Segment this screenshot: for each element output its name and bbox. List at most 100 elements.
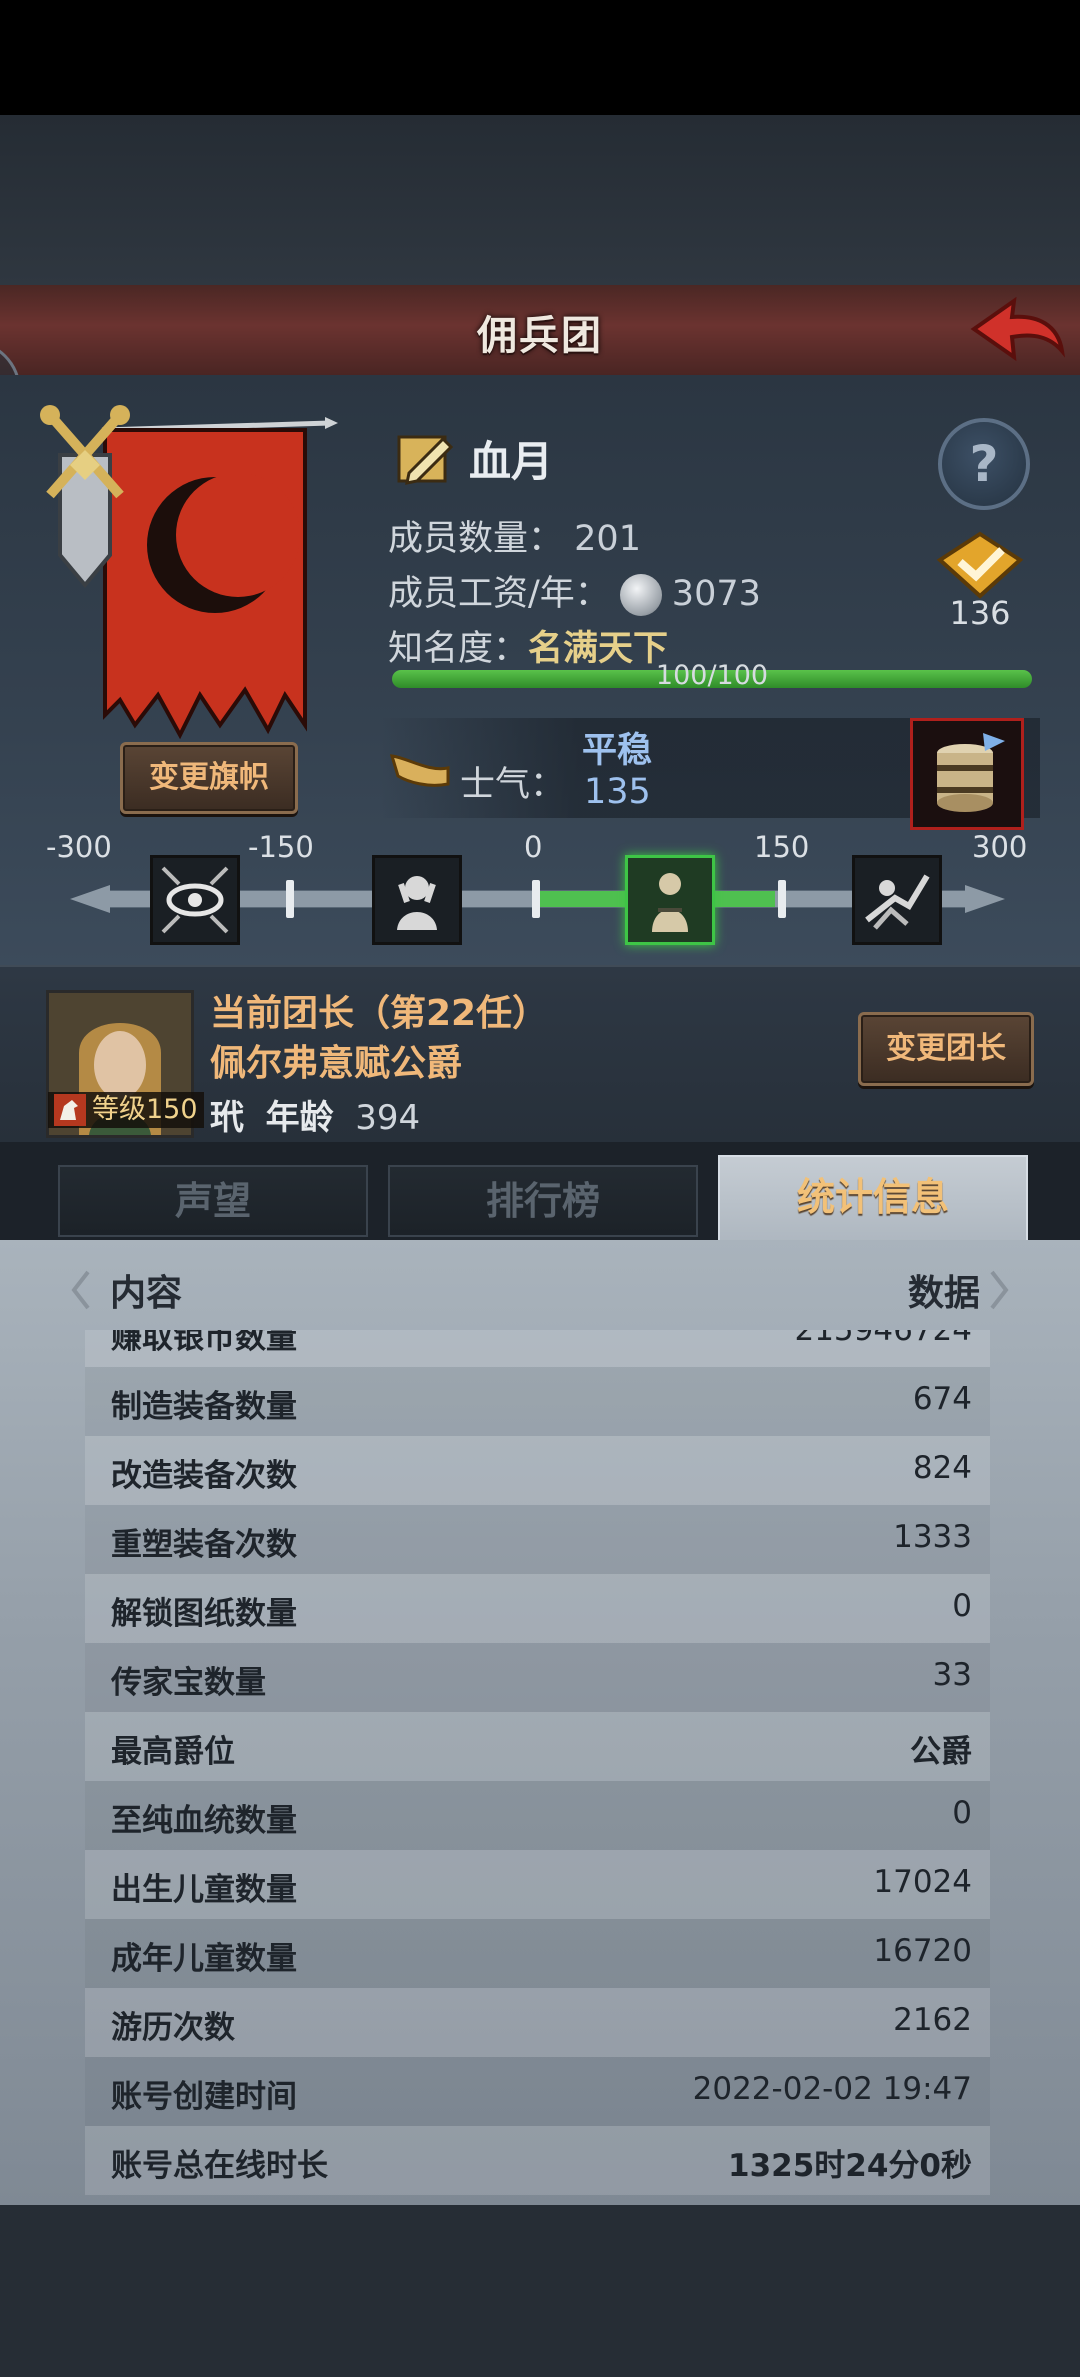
banner-flag-icon (40, 405, 338, 740)
horn-icon (389, 754, 450, 787)
table-row: 账号总在线时长 1325时24分0秒 (85, 2126, 990, 2195)
title-bar: 佣兵团 (0, 285, 1080, 378)
achievement-badge-icon[interactable] (934, 530, 1026, 600)
stat-name: 账号总在线时长 (111, 2148, 328, 2184)
question-mark-icon: ? (969, 435, 999, 493)
table-row: 账号创建时间 2022-02-02 19:47 (85, 2057, 990, 2126)
stat-value: 17024 (873, 1864, 972, 1900)
stat-name: 出生儿童数量 (111, 1872, 297, 1908)
stat-name: 账号创建时间 (111, 2079, 297, 2115)
tick-mark (532, 880, 540, 918)
stat-name: 成年儿童数量 (111, 1941, 297, 1977)
chevron-left-icon (71, 1270, 90, 1310)
stat-name: 解锁图纸数量 (111, 1596, 297, 1632)
stat-value: 824 (912, 1450, 972, 1486)
col-data-header: 数据 (907, 1273, 980, 1314)
members-line: 成员数量： 201 (388, 510, 641, 561)
stat-name: 游历次数 (111, 2010, 235, 2046)
help-button[interactable]: ? (938, 418, 1030, 510)
level-label: 等级 (92, 1094, 146, 1125)
band-name-row: 血月 (395, 428, 553, 488)
tick-label: 0 (524, 830, 543, 864)
stat-value: 674 (912, 1381, 972, 1417)
stat-value: 16720 (873, 1933, 972, 1969)
members-value: 201 (574, 519, 641, 559)
leader-level-tag: 等级150 (48, 1092, 204, 1128)
table-row: 解锁图纸数量 0 (85, 1574, 990, 1643)
tick-label: 300 (972, 830, 1028, 864)
table-row: 出生儿童数量 17024 (85, 1850, 990, 1919)
stat-name: 至纯血统数量 (111, 1803, 297, 1839)
stat-value: 0 (952, 1588, 972, 1624)
table-row: 赚取银币数量 215946724 (85, 1330, 990, 1367)
stat-name: 赚取银币数量 (111, 1330, 297, 1356)
stat-name: 传家宝数量 (111, 1665, 266, 1701)
stat-value: 2162 (893, 2002, 972, 2038)
members-label: 成员数量： (388, 519, 564, 559)
table-row: 游历次数 2162 (85, 1988, 990, 2057)
stat-value: 2022-02-02 19:47 (692, 2071, 972, 2107)
tick-label: -300 (46, 830, 112, 864)
tick-mark (778, 880, 786, 918)
stat-value: 1325时24分0秒 (728, 2148, 972, 2184)
leader-title: 当前团长（第22任） (210, 993, 549, 1034)
col-content-header: 内容 (110, 1273, 183, 1314)
table-row: 至纯血统数量 0 (85, 1781, 990, 1850)
salary-label: 成员工资/年： (388, 574, 610, 614)
table-row: 成年儿童数量 16720 (85, 1919, 990, 1988)
tab-statistics[interactable]: 统计信息 (718, 1155, 1028, 1244)
stat-name: 改造装备次数 (111, 1458, 297, 1494)
calm-figure-icon[interactable] (625, 855, 715, 945)
salary-line: 成员工资/年： 3073 (388, 565, 761, 616)
tick-label: -150 (248, 830, 314, 864)
edit-name-icon[interactable] (395, 429, 455, 487)
band-name: 血月 (469, 436, 554, 486)
stats-table-header: 内容 数据 (70, 1252, 1010, 1332)
morale-scale: -300 -150 0 150 300 (0, 830, 1080, 960)
page-title: 佣兵团 (477, 313, 603, 359)
back-arrow-icon[interactable] (966, 295, 1066, 365)
age-value: 394 (355, 1098, 421, 1138)
change-leader-button[interactable]: 变更团长 (858, 1012, 1034, 1086)
chevron-right-icon (990, 1270, 1009, 1310)
table-row: 制造装备数量 674 (85, 1367, 990, 1436)
status-bar-area (0, 0, 1080, 115)
stat-value: 1333 (893, 1519, 972, 1555)
age-label: 年龄 (265, 1098, 334, 1138)
barrel-icon (937, 733, 1005, 812)
morale-state: 平稳 (582, 731, 653, 771)
morale-value: 135 (584, 772, 651, 812)
table-row: 最高爵位 公爵 (85, 1712, 990, 1781)
stat-value: 0 (952, 1795, 972, 1831)
stats-rows-scroll[interactable]: 赚取银币数量 215946724 制造装备数量 674 改造装备次数 824 重塑装备次数 1… (85, 1330, 990, 2200)
silver-coin-icon (619, 574, 662, 616)
horse-level-icon (54, 1094, 86, 1126)
change-flag-button[interactable]: 变更旗帜 (120, 742, 298, 814)
stat-value: 33 (932, 1657, 972, 1693)
age-prefix: 玳 (210, 1098, 244, 1138)
tab-reputation[interactable]: 声望 (58, 1165, 368, 1237)
badge-count: 136 (949, 594, 1011, 632)
table-row: 重塑装备次数 1333 (85, 1505, 990, 1574)
stat-name: 重塑装备次数 (111, 1527, 297, 1563)
tick-label: 150 (754, 830, 810, 864)
tab-ranking[interactable]: 排行榜 (388, 1165, 698, 1237)
stat-name: 制造装备数量 (111, 1389, 297, 1425)
terror-eye-icon[interactable] (150, 855, 240, 945)
stat-value: 公爵 (910, 1734, 972, 1770)
fame-progress-text: 100/100 (655, 660, 769, 691)
table-row: 传家宝数量 33 (85, 1643, 990, 1712)
level-value: 150 (146, 1094, 198, 1125)
stat-name: 最高爵位 (111, 1734, 235, 1770)
table-row: 改造装备次数 824 (85, 1436, 990, 1505)
tick-mark (286, 880, 294, 918)
supply-barrel-button[interactable] (910, 718, 1024, 830)
despair-icon[interactable] (372, 855, 462, 945)
stats-rows: 赚取银币数量 215946724 制造装备数量 674 改造装备次数 824 重塑装备次数 1… (85, 1330, 990, 2195)
charge-icon[interactable] (852, 855, 942, 945)
background-upper (0, 115, 1080, 285)
leader-name: 佩尔弗意赋公爵 (210, 1043, 463, 1084)
salary-value: 3073 (671, 574, 761, 614)
leader-age-line: 玳 年龄 394 (210, 1090, 420, 1139)
stat-value: 215946724 (794, 1330, 972, 1348)
